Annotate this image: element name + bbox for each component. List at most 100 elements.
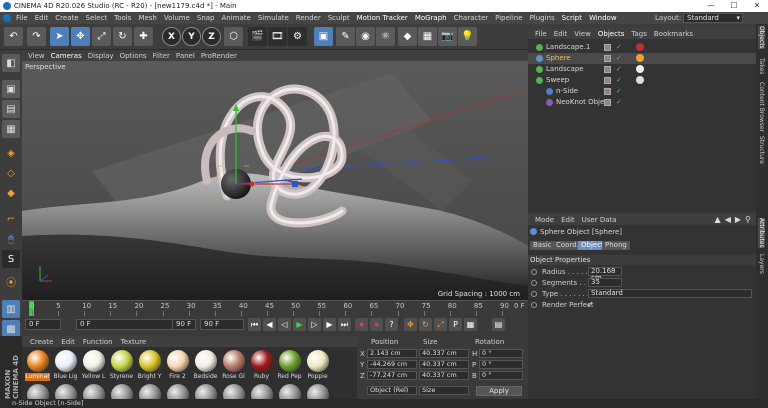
layer-color-box[interactable] [604, 44, 611, 51]
layer-color-box[interactable] [604, 88, 611, 95]
coord-position-z[interactable]: -77.247 cm [367, 371, 417, 380]
object-row[interactable]: Sphere ✓ [528, 53, 756, 64]
move-icon[interactable]: ✥ [71, 27, 90, 46]
animate-dot[interactable] [531, 302, 537, 308]
start-frame-field[interactable]: 0 F [25, 319, 61, 330]
attr-nav-forward-icon[interactable]: ▶ [735, 215, 741, 224]
sidetab-content-browser[interactable]: Content Browser [758, 82, 765, 132]
coord-size-x[interactable]: 40.337 cm [419, 349, 469, 358]
coord-size-y[interactable]: 40.337 cm [419, 360, 469, 369]
viewport-menu-prorender[interactable]: ProRender [201, 52, 237, 60]
viewport-menu-display[interactable]: Display [88, 52, 114, 60]
menu-select[interactable]: Select [86, 14, 108, 22]
menu-animate[interactable]: Animate [222, 14, 251, 22]
animate-dot[interactable] [531, 280, 537, 286]
texture-mode-icon[interactable]: ▤ [2, 100, 20, 118]
points-mode-icon[interactable]: ◈ [2, 144, 20, 162]
snap-icon[interactable]: S [2, 250, 20, 268]
deformer-icon[interactable]: ◆ [398, 27, 417, 46]
keyframe-selection-icon[interactable]: ? [385, 318, 398, 331]
coord-position-x[interactable]: 2.143 cm [367, 349, 417, 358]
make-editable-icon[interactable]: ◧ [2, 54, 20, 72]
x-axis-toggle[interactable]: X [162, 27, 181, 46]
object-tag-icon[interactable] [636, 65, 644, 73]
object-tag-icon[interactable] [636, 54, 644, 62]
object-tag-icon[interactable] [636, 43, 644, 51]
mograph-cloner-icon[interactable]: ⚛ [376, 27, 395, 46]
object-row[interactable]: Landscape ✓ [528, 64, 756, 75]
attr-lock-icon[interactable]: ⚲ [745, 215, 751, 224]
coord-mode-select[interactable]: Object (Rel) [367, 386, 417, 395]
menu-create[interactable]: Create [55, 14, 78, 22]
key-param-icon[interactable]: P [449, 318, 462, 331]
coord-position-y[interactable]: -44.269 cm [367, 360, 417, 369]
render-perfect-checkbox[interactable]: ✓ [587, 300, 594, 309]
menu-script[interactable]: Script [562, 14, 582, 22]
axis-mode-icon[interactable]: ⌐ [2, 210, 20, 228]
layout-select[interactable]: Standard [683, 13, 743, 23]
menu-file[interactable]: File [16, 14, 28, 22]
live-selection-icon[interactable]: ➤ [50, 27, 69, 46]
attr-nav-back-icon[interactable]: ◀ [725, 215, 731, 224]
attr-menu-edit[interactable]: Edit [561, 216, 575, 224]
viewport-menu-filter[interactable]: Filter [153, 52, 170, 60]
material-swatch[interactable]: Luminar [25, 350, 50, 406]
menu-window[interactable]: Window [589, 14, 617, 22]
edges-mode-icon[interactable]: ◇ [2, 164, 20, 182]
object-name[interactable]: n-Side [556, 87, 578, 95]
coord-size-z[interactable]: 40.337 cm [419, 371, 469, 380]
spline-pen-icon[interactable]: ✎ [336, 27, 355, 46]
tweak-mode-icon[interactable]: 🖱 [2, 230, 20, 248]
autokey-icon[interactable]: ⏺ [370, 318, 383, 331]
layer-color-box[interactable] [604, 77, 611, 84]
light-icon[interactable]: 💡 [458, 27, 477, 46]
material-swatch[interactable]: Styrene [109, 350, 134, 406]
material-swatch[interactable]: Bright Y [137, 350, 162, 406]
material-swatch[interactable]: Fire 2 [165, 350, 190, 406]
object-row[interactable]: n-Side ✓ [528, 86, 756, 97]
material-swatch[interactable]: Rose Gl [221, 350, 246, 406]
menu-volume[interactable]: Volume [164, 14, 190, 22]
menu-snap[interactable]: Snap [197, 14, 215, 22]
object-name[interactable]: Sphere [546, 54, 571, 62]
animate-dot[interactable] [531, 291, 537, 297]
z-axis-toggle[interactable]: Z [202, 27, 221, 46]
timeline-window-icon[interactable]: ▤ [492, 318, 505, 331]
model-mode-icon[interactable]: ▣ [2, 80, 20, 98]
play-icon[interactable]: ▶ [293, 318, 306, 331]
viewport-menu-cameras[interactable]: Cameras [51, 52, 82, 60]
sidetab-takes[interactable]: Takes [758, 58, 765, 74]
menu-tools[interactable]: Tools [114, 14, 131, 22]
object-name[interactable]: Landscape.1 [546, 43, 590, 51]
key-scale-icon[interactable]: ⤢ [434, 318, 447, 331]
attr-menu-user-data[interactable]: User Data [582, 216, 617, 224]
subdivision-icon[interactable]: ◉ [356, 27, 375, 46]
undo-icon[interactable]: ↶ [4, 27, 23, 46]
end-frame-field[interactable]: 90 F [172, 319, 196, 330]
material-swatch[interactable]: Red Pep [277, 350, 302, 406]
camera-icon[interactable]: 📷 [438, 27, 457, 46]
menu-character[interactable]: Character [454, 14, 489, 22]
radius-field[interactable]: 20.168 cm [588, 267, 622, 282]
close-button[interactable]: ✕ [746, 0, 768, 12]
coord-rotation-p[interactable]: 0 ° [479, 360, 523, 369]
prev-frame-icon[interactable]: ◁ [278, 318, 291, 331]
rotate-icon[interactable]: ↻ [113, 27, 132, 46]
sidetab-structure[interactable]: Structure [758, 136, 765, 164]
visibility-check-icon[interactable]: ✓ [616, 65, 622, 73]
apply-button[interactable]: Apply [476, 386, 522, 396]
menu-sculpt[interactable]: Sculpt [328, 14, 350, 22]
lock-workplane-icon[interactable]: ⦿ [2, 272, 20, 290]
layer-color-box[interactable] [604, 66, 611, 73]
viewport-menu-panel[interactable]: Panel [176, 52, 195, 60]
menu-plugins[interactable]: Plugins [530, 14, 555, 22]
viewport-menu-view[interactable]: View [28, 52, 45, 60]
om-menu-objects[interactable]: Objects [598, 30, 624, 38]
cube-icon[interactable]: ▣ [314, 27, 333, 46]
coord-rotation-h[interactable]: 0 ° [479, 349, 523, 358]
attr-menu-mode[interactable]: Mode [535, 216, 554, 224]
record-icon[interactable]: ⏺ [355, 318, 368, 331]
layer-color-box[interactable] [604, 99, 611, 106]
y-axis-toggle[interactable]: Y [182, 27, 201, 46]
goto-end-icon[interactable]: ⏭ [338, 318, 351, 331]
